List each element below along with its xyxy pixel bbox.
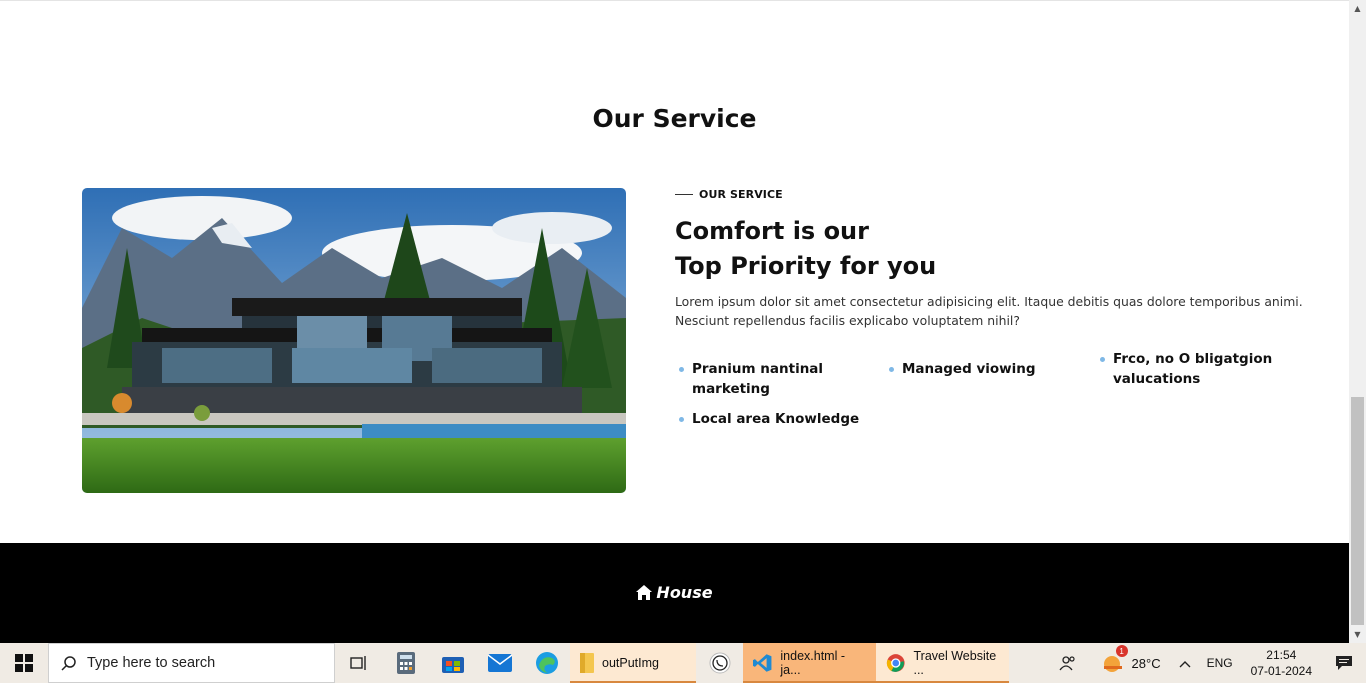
section-title: Our Service	[592, 104, 757, 133]
taskbar-app-outputimg[interactable]: outPutImg	[570, 643, 696, 683]
mail-button[interactable]	[476, 643, 523, 683]
home-icon	[636, 585, 653, 600]
vscode-icon	[753, 654, 772, 672]
people-icon	[1059, 656, 1075, 671]
whatsapp-button[interactable]	[696, 643, 743, 683]
scrollbar-thumb[interactable]	[1351, 397, 1364, 625]
taskbar: Type here to search outPutImg index.html…	[0, 643, 1366, 683]
footer-brand-link[interactable]: House	[0, 583, 1349, 602]
calculator-icon	[396, 652, 415, 674]
taskbar-app-vscode[interactable]: index.html - ja...	[743, 643, 876, 683]
clock-time: 21:54	[1266, 648, 1297, 662]
weather-temp: 28°C	[1131, 655, 1161, 671]
clock-date: 07-01-2024	[1250, 664, 1312, 678]
feature-label: Local area Knowledge	[692, 411, 860, 427]
people-button[interactable]	[1045, 643, 1092, 683]
scroll-up-arrow-icon[interactable]: ▲	[1349, 0, 1366, 17]
edge-icon	[535, 652, 558, 674]
taskbar-app-chrome[interactable]: Travel Website ...	[876, 643, 1009, 683]
vertical-scrollbar[interactable]: ▲ ▼	[1349, 0, 1366, 643]
feature-item: Managed viowing	[889, 359, 1089, 379]
feature-item: Local area Knowledge	[679, 409, 889, 429]
feature-label: Managed viowing	[902, 361, 1036, 377]
clock[interactable]: 21:54 07-01-2024	[1241, 647, 1322, 679]
weather-badge: 1	[1115, 645, 1128, 657]
service-heading: Comfort is our Top Priority for you	[675, 214, 936, 284]
app-label: outPutImg	[602, 656, 659, 670]
taskbar-search-box[interactable]: Type here to search	[48, 643, 335, 683]
scroll-down-arrow-icon[interactable]: ▼	[1349, 626, 1366, 643]
chrome-icon	[886, 654, 905, 672]
windows-icon	[15, 654, 33, 672]
language-indicator[interactable]: ENG	[1199, 656, 1241, 670]
feature-item: Frco, no O bligatgion valucations	[1100, 349, 1280, 389]
task-view-button[interactable]	[335, 643, 382, 683]
heading-line-2: Top Priority for you	[675, 252, 937, 280]
store-icon	[441, 657, 464, 673]
eyebrow-label: OUR SERVICE	[699, 188, 783, 201]
bullet-icon	[1100, 357, 1105, 362]
system-tray: 1 28°C ENG 21:54 07-01-2024	[1045, 643, 1366, 683]
bullet-icon	[679, 417, 684, 422]
search-icon	[61, 656, 76, 671]
chevron-up-icon	[1179, 660, 1191, 667]
search-placeholder: Type here to search	[87, 655, 216, 671]
store-button[interactable]	[429, 643, 476, 683]
task-view-icon	[349, 656, 366, 670]
web-page: Our Service OUR SERVICE Comfort is our T…	[0, 0, 1349, 643]
start-button[interactable]	[0, 643, 48, 683]
service-description: Lorem ipsum dolor sit amet consectetur a…	[675, 294, 1303, 328]
brand-name: House	[656, 583, 713, 602]
feature-label: Frco, no O bligatgion valucations	[1113, 351, 1273, 387]
notifications-button[interactable]	[1322, 643, 1366, 683]
notification-icon	[1336, 656, 1352, 670]
bullet-icon	[679, 367, 684, 372]
edge-button[interactable]	[523, 643, 570, 683]
feature-item: Pranium nantinal marketing	[679, 359, 889, 399]
eyebrow: OUR SERVICE	[675, 188, 783, 201]
divider	[0, 0, 1349, 1]
app-label: Travel Website ...	[913, 649, 997, 677]
feature-label: Pranium nantinal marketing	[692, 361, 824, 397]
calculator-button[interactable]	[382, 643, 429, 683]
house-photo	[82, 188, 626, 493]
heading-line-1: Comfort is our	[675, 217, 869, 245]
weather-widget[interactable]: 1 28°C	[1092, 645, 1171, 673]
bullet-icon	[889, 367, 894, 372]
show-hidden-icons-button[interactable]	[1171, 656, 1199, 671]
whatsapp-icon	[709, 652, 730, 674]
folder-icon	[580, 653, 594, 673]
eyebrow-dash	[675, 194, 693, 195]
app-label: index.html - ja...	[780, 649, 846, 677]
mail-icon	[487, 654, 512, 672]
